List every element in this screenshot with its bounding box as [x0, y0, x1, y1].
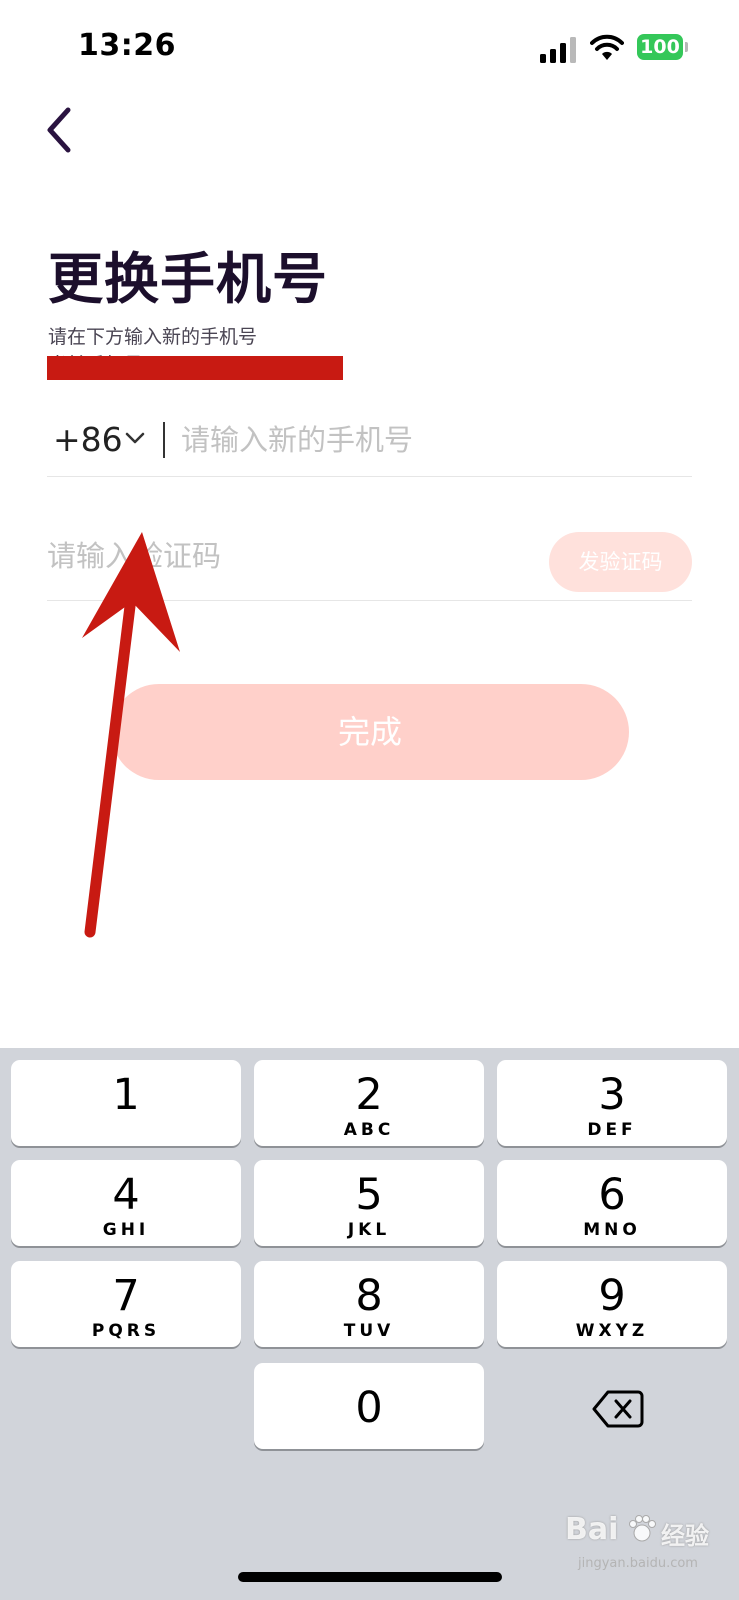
key-3[interactable]: 3 DEF [497, 1060, 727, 1146]
baidu-watermark: Bai 经验 [565, 1510, 730, 1550]
field-divider [163, 422, 165, 458]
redaction-bar [47, 356, 343, 380]
page-title: 更换手机号 [48, 247, 329, 311]
key-7[interactable]: 7 PQRS [11, 1261, 241, 1347]
key-digit: 9 [598, 1271, 626, 1321]
code-input-row: 发验证码 [47, 526, 692, 601]
key-2[interactable]: 2 ABC [254, 1060, 484, 1146]
key-letters: ABC [343, 1120, 395, 1140]
battery-icon: 100 [637, 34, 689, 62]
key-digit: 8 [355, 1271, 383, 1321]
annotation-arrow [82, 532, 180, 938]
key-letters: MNO [583, 1220, 641, 1240]
phone-input[interactable] [181, 412, 681, 468]
key-8[interactable]: 8 TUV [254, 1261, 484, 1347]
backspace-icon[interactable] [592, 1386, 644, 1432]
key-digit: 3 [598, 1070, 626, 1120]
key-1[interactable]: 1 [11, 1060, 241, 1146]
key-digit: 2 [355, 1070, 383, 1120]
country-code-selector[interactable]: +86 [53, 420, 123, 459]
watermark-brand: Bai [565, 1512, 619, 1547]
key-0[interactable]: 0 [254, 1363, 484, 1449]
key-digit: 1 [112, 1070, 140, 1120]
key-letters: WXYZ [575, 1321, 649, 1341]
key-6[interactable]: 6 MNO [497, 1160, 727, 1246]
status-bar: 13:26 100 [0, 0, 739, 96]
key-digit: 7 [112, 1271, 140, 1321]
key-digit: 0 [355, 1383, 383, 1433]
watermark-brand-suffix: 经验 [661, 1522, 709, 1550]
battery-level: 100 [637, 34, 683, 60]
key-letters: DEF [587, 1120, 637, 1140]
signal-icon [540, 37, 576, 63]
verification-code-input[interactable] [47, 526, 487, 586]
key-5[interactable]: 5 JKL [254, 1160, 484, 1246]
key-letters: GHI [102, 1220, 150, 1240]
key-9[interactable]: 9 WXYZ [497, 1261, 727, 1347]
home-indicator [238, 1572, 502, 1582]
key-4[interactable]: 4 GHI [11, 1160, 241, 1246]
status-time: 13:26 [78, 28, 176, 63]
key-letters: PQRS [91, 1321, 161, 1341]
key-digit: 6 [598, 1170, 626, 1220]
page-subtitle: 请在下方输入新的手机号 [48, 326, 258, 348]
back-button[interactable] [40, 104, 80, 156]
chevron-down-icon[interactable] [124, 430, 146, 446]
battery-cap [685, 42, 688, 52]
key-letters: JKL [347, 1220, 391, 1240]
key-letters: TUV [343, 1321, 395, 1341]
phone-input-row: +86 [47, 404, 692, 477]
wifi-icon [590, 34, 624, 60]
key-digit: 5 [355, 1170, 383, 1220]
key-digit: 4 [112, 1170, 140, 1220]
done-button[interactable]: 完成 [111, 684, 629, 780]
paw-icon [629, 1515, 656, 1542]
send-code-button[interactable]: 发验证码 [549, 532, 692, 592]
watermark-url: jingyan.baidu.com [578, 1556, 698, 1571]
